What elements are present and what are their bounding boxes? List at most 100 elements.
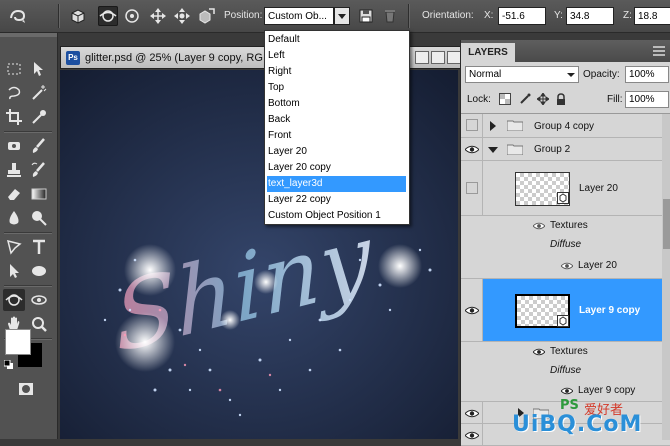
blend-mode-select[interactable]: Normal xyxy=(465,66,579,83)
spot-healing-brush-icon[interactable] xyxy=(3,135,25,157)
lock-image-icon[interactable] xyxy=(519,93,531,105)
zoom-tool-icon[interactable] xyxy=(28,313,50,335)
dropdown-item-right[interactable]: Right xyxy=(267,64,406,80)
save-position-icon[interactable] xyxy=(356,6,376,26)
lasso-tool-icon[interactable] xyxy=(3,82,25,104)
x-field[interactable]: -51.6 xyxy=(498,7,546,25)
y-field[interactable]: 34.8 xyxy=(566,7,614,25)
dropdown-item-back[interactable]: Back xyxy=(267,112,406,128)
magic-wand-icon[interactable] xyxy=(28,82,50,104)
layer-row-textures[interactable]: Textures xyxy=(461,342,670,362)
separator xyxy=(4,131,52,132)
tools-panel-grip[interactable] xyxy=(0,33,57,37)
eye-icon[interactable] xyxy=(561,262,573,270)
dodge-tool-icon[interactable] xyxy=(28,207,50,229)
dropdown-item-top[interactable]: Top xyxy=(267,80,406,96)
visibility-off-box[interactable] xyxy=(466,182,478,194)
eye-icon[interactable] xyxy=(465,306,479,315)
folder-icon xyxy=(507,144,523,155)
close-icon[interactable] xyxy=(447,51,461,64)
collapse-triangle-icon[interactable] xyxy=(488,146,498,154)
3d-layer-badge-icon xyxy=(557,315,569,327)
position-dropdown-menu: Default Left Right Top Bottom Back Front… xyxy=(264,30,410,225)
dropdown-item-bottom[interactable]: Bottom xyxy=(267,96,406,112)
foreground-color-swatch[interactable] xyxy=(5,329,31,355)
layer-row-diffuse[interactable]: Diffuse xyxy=(461,362,670,380)
layers-scrollbar[interactable] xyxy=(662,114,670,440)
eye-icon[interactable] xyxy=(465,145,479,154)
options-bar: Position: Custom Ob... Orientation: X: -… xyxy=(0,0,670,33)
opacity-value: 100% xyxy=(629,69,655,80)
blend-mode-value: Normal xyxy=(469,69,502,80)
tool-preset-picker-icon[interactable] xyxy=(8,6,28,26)
layer-row-diffuse[interactable]: Diffuse xyxy=(461,236,670,254)
eye-icon[interactable] xyxy=(465,409,479,418)
visibility-off-box[interactable] xyxy=(466,119,478,131)
layer-row-layer-9-copy[interactable]: Layer 9 copy xyxy=(461,279,670,342)
gradient-tool-icon[interactable] xyxy=(28,183,50,205)
dropdown-item-left[interactable]: Left xyxy=(267,48,406,64)
dropdown-item-custom-object-position-1[interactable]: Custom Object Position 1 xyxy=(267,208,406,224)
lock-position-icon[interactable] xyxy=(536,92,550,106)
history-brush-icon[interactable] xyxy=(28,159,50,181)
position-dropdown-arrow-icon[interactable] xyxy=(334,7,350,25)
layer-row-group-2[interactable]: Group 2 xyxy=(461,138,670,161)
layer-row-group-4-copy[interactable]: Group 4 copy xyxy=(461,114,670,138)
minimize-icon[interactable] xyxy=(415,51,429,64)
drag-3d-object-icon[interactable] xyxy=(148,6,168,26)
pen-tool-icon[interactable] xyxy=(3,236,25,258)
ellipse-tool-icon[interactable] xyxy=(28,260,50,282)
brush-tool-icon[interactable] xyxy=(28,135,50,157)
3d-orbit-tool-icon[interactable] xyxy=(28,289,50,311)
layer-name: Layer 20 xyxy=(578,260,617,271)
dropdown-item-front[interactable]: Front xyxy=(267,128,406,144)
return-to-origin-icon[interactable] xyxy=(68,6,88,26)
dropdown-item-layer-20[interactable]: Layer 20 xyxy=(267,144,406,160)
layer-row-textures[interactable]: Textures xyxy=(461,216,670,236)
type-tool-icon[interactable] xyxy=(28,236,50,258)
layer-name: Group 2 xyxy=(534,144,571,155)
dropdown-item-text-layer3d[interactable]: text_layer3d xyxy=(267,176,406,192)
visibility-cell xyxy=(461,402,483,423)
layer-name: Textures xyxy=(550,346,588,357)
clone-stamp-icon[interactable] xyxy=(3,159,25,181)
dropdown-item-layer-20-copy[interactable]: Layer 20 copy xyxy=(267,160,406,176)
slide-3d-object-icon[interactable] xyxy=(172,6,192,26)
panel-menu-icon[interactable] xyxy=(653,46,665,56)
layer-row-layer-20-texture[interactable]: Layer 20 xyxy=(461,254,670,279)
scrollbar-thumb[interactable] xyxy=(663,199,670,249)
eye-icon[interactable] xyxy=(533,222,545,230)
eyedropper-icon[interactable] xyxy=(28,106,50,128)
dropdown-item-default[interactable]: Default xyxy=(267,32,406,48)
quick-mask-icon[interactable] xyxy=(15,378,37,400)
eraser-tool-icon[interactable] xyxy=(3,183,25,205)
maximize-icon[interactable] xyxy=(431,51,445,64)
dropdown-item-layer-22-copy[interactable]: Layer 22 copy xyxy=(267,192,406,208)
separator xyxy=(4,285,52,286)
move-tool-icon[interactable] xyxy=(28,58,50,80)
opacity-field[interactable]: 100% xyxy=(625,66,669,83)
expand-triangle-icon[interactable] xyxy=(489,121,497,131)
lock-transparent-icon[interactable] xyxy=(499,93,511,105)
rotate-3d-object-icon[interactable] xyxy=(98,6,118,26)
z-field[interactable]: 18.8 xyxy=(634,7,670,25)
tab-layers[interactable]: LAYERS xyxy=(461,43,515,62)
crop-tool-icon[interactable] xyxy=(3,106,25,128)
y-label: Y: xyxy=(554,10,563,21)
rectangular-marquee-icon[interactable] xyxy=(3,58,25,80)
layer-name: Layer 9 copy xyxy=(578,385,636,396)
fill-field[interactable]: 100% xyxy=(625,91,669,108)
layer-row-layer-20[interactable]: Layer 20 xyxy=(461,161,670,216)
default-colors-icon[interactable] xyxy=(3,359,13,369)
path-selection-icon[interactable] xyxy=(3,260,25,282)
lock-all-icon[interactable] xyxy=(555,93,567,105)
eye-icon[interactable] xyxy=(561,387,573,395)
eye-icon[interactable] xyxy=(533,348,545,356)
blur-tool-icon[interactable] xyxy=(3,207,25,229)
roll-3d-object-icon[interactable] xyxy=(122,6,142,26)
scale-3d-object-icon[interactable] xyxy=(196,6,216,26)
layer-name: Layer 9 copy xyxy=(579,305,641,316)
position-select[interactable]: Custom Ob... xyxy=(264,7,334,25)
3d-rotate-tool-icon[interactable] xyxy=(3,289,25,311)
delete-position-icon[interactable] xyxy=(380,6,400,26)
